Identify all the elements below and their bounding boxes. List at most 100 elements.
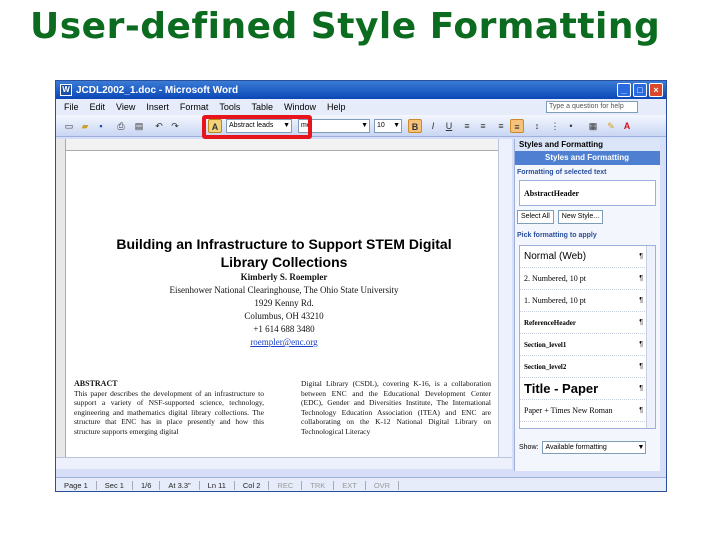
style-item-section-level2[interactable]: Section_level2 ¶: [520, 356, 655, 378]
right-column: Digital Library (CSDL), covering K-16, i…: [301, 379, 491, 436]
status-trk[interactable]: TRK: [302, 481, 335, 490]
paragraph-mark-icon: ¶: [639, 407, 643, 414]
menu-format[interactable]: Format: [180, 102, 209, 112]
status-bar: Page 1 Sec 1 1/6 At 3.3" Ln 11 Col 2 REC…: [56, 477, 666, 491]
status-line: Ln 11: [200, 481, 235, 490]
undo-icon[interactable]: ↶: [152, 119, 166, 133]
style-item-paper-tnr[interactable]: Paper + Times New Roman ¶: [520, 400, 655, 422]
borders-icon[interactable]: ▦: [586, 119, 600, 133]
menu-table[interactable]: Table: [251, 102, 273, 112]
menu-tools[interactable]: Tools: [219, 102, 240, 112]
paper-title: Building an Infrastructure to Support ST…: [74, 235, 494, 271]
status-ext[interactable]: EXT: [334, 481, 366, 490]
author-affiliation: Eisenhower National Clearinghouse, The O…: [169, 285, 399, 295]
paragraph-mark-icon: ¶: [639, 363, 643, 370]
menu-view[interactable]: View: [116, 102, 135, 112]
paste-icon[interactable]: ▤: [132, 119, 146, 133]
menu-help[interactable]: Help: [327, 102, 346, 112]
document-horizontal-scrollbar[interactable]: [56, 457, 512, 469]
slide-title: User-defined Style Formatting: [30, 6, 661, 47]
window-title: JCDL2002_1.doc - Microsoft Word: [76, 84, 239, 96]
document-vertical-scrollbar[interactable]: [498, 139, 512, 457]
align-left-icon[interactable]: ≡: [460, 119, 474, 133]
maximize-button[interactable]: □: [633, 83, 647, 97]
chevron-down-icon: ▼: [637, 444, 645, 451]
bullets-icon[interactable]: •: [564, 119, 578, 133]
open-folder-icon[interactable]: ▰: [78, 119, 92, 133]
author-email[interactable]: roempler@enc.org: [74, 336, 494, 349]
redo-icon[interactable]: ↷: [168, 119, 182, 133]
new-style-button[interactable]: New Style...: [557, 210, 604, 224]
style-item-numbered-2[interactable]: 2. Numbered, 10 pt ¶: [520, 268, 655, 290]
status-section: Sec 1: [97, 481, 133, 490]
menu-window[interactable]: Window: [284, 102, 316, 112]
menu-file[interactable]: File: [64, 102, 79, 112]
font-size-dropdown[interactable]: 10 ▼: [374, 119, 402, 133]
right-column-text: Digital Library (CSDL), covering K-16, i…: [301, 379, 491, 436]
style-item-reference-header[interactable]: ReferenceHeader ¶: [520, 312, 655, 334]
word-window: W JCDL2002_1.doc - Microsoft Word _ □ × …: [55, 80, 667, 492]
style-item-label: Title - Paper: [524, 381, 599, 396]
document-page[interactable]: Building an Infrastructure to Support ST…: [66, 151, 498, 457]
save-icon[interactable]: ▪: [94, 119, 108, 133]
new-document-icon[interactable]: ▭: [62, 119, 76, 133]
bold-button[interactable]: B: [408, 119, 422, 133]
highlight-icon[interactable]: ✎: [604, 119, 618, 133]
style-item-section-level1[interactable]: Section_level1 ¶: [520, 334, 655, 356]
style-item-title-paper[interactable]: Title - Paper ¶: [520, 378, 655, 400]
style-item-label: 2. Numbered, 10 pt: [524, 274, 586, 283]
align-right-icon[interactable]: ≡: [494, 119, 508, 133]
author-phone: +1 614 688 3480: [253, 324, 315, 334]
paragraph-mark-icon: ¶: [639, 297, 643, 304]
paper-title-line1: Building an Infrastructure to Support ST…: [116, 236, 452, 252]
title-bar: W JCDL2002_1.doc - Microsoft Word _ □ ×: [56, 81, 666, 99]
italic-button[interactable]: I: [426, 119, 440, 133]
show-value: Available formatting: [545, 444, 607, 451]
style-item-label: Paper + Times New Roman: [524, 406, 613, 415]
status-page: Page 1: [56, 481, 97, 490]
abstract-text: This paper describes the development of …: [74, 388, 264, 436]
paragraph-mark-icon: ¶: [639, 319, 643, 326]
formatting-toolbar: ▭ ▰ ▪ ⎙ ▤ ↶ ↷ A Abstract leads ▼ me ▼ 10 ▼ …: [56, 115, 666, 137]
author-name: Kimberly S. Roempler: [240, 272, 328, 282]
line-spacing-icon[interactable]: ↕: [530, 119, 544, 133]
minimize-button[interactable]: _: [617, 83, 631, 97]
align-center-icon[interactable]: ≡: [476, 119, 490, 133]
abstract-column: ABSTRACT This paper describes the develo…: [74, 379, 264, 436]
style-list-scrollbar[interactable]: [646, 246, 655, 428]
close-button[interactable]: ×: [649, 83, 663, 97]
author-address2: Columbus, OH 43210: [244, 311, 324, 321]
paragraph-mark-icon: ¶: [639, 275, 643, 282]
formatting-selected-label: Formatting of selected text: [517, 169, 607, 176]
author-address1: 1929 Kenny Rd.: [254, 298, 314, 308]
font-size-value: 10: [377, 122, 385, 129]
style-item-numbered-1[interactable]: 1. Numbered, 10 pt ¶: [520, 290, 655, 312]
print-icon[interactable]: ⎙: [114, 119, 128, 133]
status-column: Col 2: [235, 481, 270, 490]
paper-title-line2: Library Collections: [220, 254, 348, 270]
paragraph-mark-icon: ¶: [639, 385, 643, 392]
task-pane-buttons: Select All New Style...: [517, 210, 658, 224]
menu-insert[interactable]: Insert: [146, 102, 169, 112]
underline-button[interactable]: U: [442, 119, 456, 133]
font-color-icon[interactable]: A: [620, 119, 634, 133]
styles-task-pane: Styles and Formatting Styles and Formatt…: [514, 139, 660, 471]
numbering-icon[interactable]: ⋮: [548, 119, 562, 133]
style-item-normal-web[interactable]: Normal (Web) ¶: [520, 246, 655, 268]
style-list: Normal (Web) ¶ 2. Numbered, 10 pt ¶ 1. Num…: [519, 245, 656, 429]
window-controls: _ □ ×: [617, 83, 663, 97]
paragraph-mark-icon: ¶: [639, 341, 643, 348]
chevron-down-icon: ▼: [393, 122, 400, 129]
status-pages: 1/6: [133, 481, 161, 490]
status-rec[interactable]: REC: [269, 481, 303, 490]
select-all-button[interactable]: Select All: [517, 210, 554, 224]
task-pane-nav[interactable]: Styles and Formatting: [515, 151, 660, 165]
status-ovr[interactable]: OVR: [366, 481, 400, 490]
help-search-input[interactable]: Type a question for help: [546, 101, 638, 113]
task-pane-header: Styles and Formatting: [515, 139, 660, 151]
word-app-icon: W: [60, 84, 72, 96]
justify-icon[interactable]: ≡: [510, 119, 524, 133]
menu-edit[interactable]: Edit: [90, 102, 106, 112]
show-filter-dropdown[interactable]: Available formatting ▼: [542, 441, 647, 454]
show-label: Show:: [519, 444, 539, 451]
